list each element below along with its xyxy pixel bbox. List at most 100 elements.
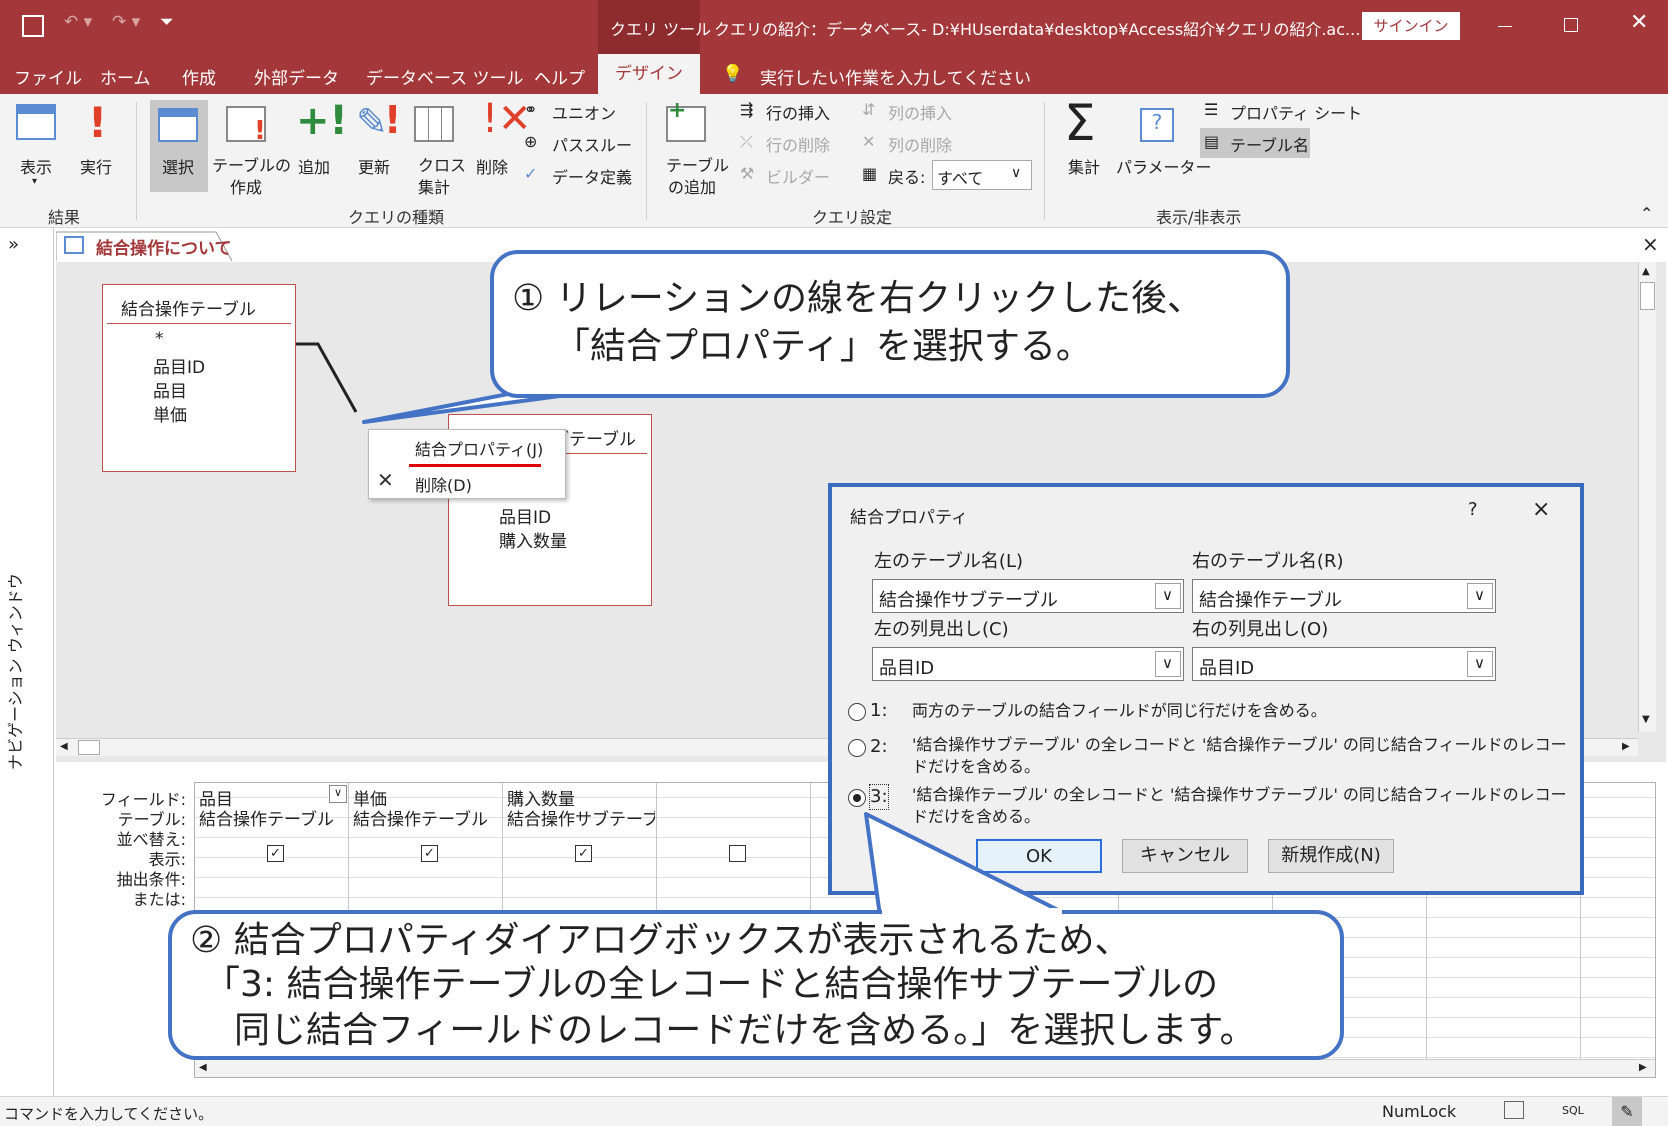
insert-rows-button[interactable]: 行の挿入 bbox=[766, 100, 830, 124]
select-button[interactable]: 選択 bbox=[162, 154, 194, 178]
qbe-table-cell[interactable]: 結合操作サブテーブル bbox=[507, 805, 655, 830]
make-table-button[interactable]: テーブルの bbox=[212, 152, 291, 176]
cancel-button[interactable]: キャンセル bbox=[1122, 839, 1248, 873]
left-column-select[interactable]: 品目ID ∨ bbox=[872, 647, 1184, 681]
scroll-thumb[interactable] bbox=[78, 740, 100, 755]
option-1-number: 1: bbox=[870, 700, 888, 721]
union-icon: ⚭ bbox=[524, 100, 538, 119]
passthrough-button[interactable]: パススルー bbox=[552, 132, 632, 156]
scroll-right-icon[interactable]: ▶ bbox=[1639, 1062, 1647, 1073]
group-query-type-label: クエリの種類 bbox=[348, 208, 445, 227]
group-show-hide-label: 表示/非表示 bbox=[1156, 208, 1242, 227]
signin-button[interactable]: サインイン bbox=[1362, 12, 1460, 40]
show-checkbox[interactable]: ✓ bbox=[267, 845, 284, 862]
sql-view-button[interactable]: SQL bbox=[1562, 1104, 1584, 1117]
menu-item-delete[interactable]: 削除(D) bbox=[415, 472, 472, 496]
chevron-down-icon: ∨ bbox=[1011, 165, 1022, 181]
new-button[interactable]: 新規作成(N) bbox=[1268, 839, 1394, 873]
right-table-select[interactable]: 結合操作テーブル ∨ bbox=[1192, 579, 1496, 613]
chevron-down-icon[interactable]: ∨ bbox=[1155, 651, 1181, 677]
redo-icon[interactable]: ↷ ▾ bbox=[112, 12, 140, 32]
nav-expand-button[interactable]: » bbox=[8, 234, 19, 255]
chevron-down-icon[interactable]: ∨ bbox=[1467, 583, 1493, 609]
tab-database-tools[interactable]: データベース ツール bbox=[366, 64, 524, 89]
tell-me-input[interactable]: 実行したい作業を入力してください bbox=[760, 64, 1031, 89]
right-column-select[interactable]: 品目ID ∨ bbox=[1192, 647, 1496, 681]
document-tab[interactable]: 結合操作について bbox=[56, 230, 236, 262]
ribbon-separator bbox=[646, 102, 647, 220]
save-icon[interactable] bbox=[22, 15, 44, 37]
tab-design[interactable]: デザイン bbox=[598, 54, 700, 94]
insert-columns-button[interactable]: 列の挿入 bbox=[888, 100, 952, 124]
append-button[interactable]: 追加 bbox=[298, 154, 330, 178]
table-names-button[interactable]: テーブル名 bbox=[1230, 132, 1309, 156]
datasheet-view-icon[interactable] bbox=[1504, 1101, 1524, 1119]
tab-external-data[interactable]: 外部データ bbox=[254, 64, 339, 89]
update-button[interactable]: 更新 bbox=[358, 154, 390, 178]
delete-x-icon: ✕ bbox=[377, 468, 394, 492]
close-document-icon[interactable]: × bbox=[1642, 232, 1659, 256]
view-dropdown-icon[interactable]: ▾ bbox=[32, 176, 37, 187]
nav-pane-label: ナビゲーション ウィンドウ bbox=[6, 573, 25, 770]
data-definition-button[interactable]: データ定義 bbox=[552, 164, 632, 188]
insert-rows-icon: ⇶ bbox=[740, 100, 754, 119]
option-3-number: 3: bbox=[869, 784, 889, 810]
builder-button[interactable]: ビルダー bbox=[766, 164, 830, 188]
tab-help[interactable]: ヘルプ bbox=[534, 64, 585, 89]
insert-columns-icon: ⇵ bbox=[862, 100, 876, 119]
customize-qat-icon[interactable]: ⏷ bbox=[160, 12, 174, 32]
callout-2-line2: 「3: 結合操作テーブルの全レコードと結合操作サブテーブルの bbox=[204, 964, 1219, 1005]
totals-button[interactable]: 集計 bbox=[1068, 154, 1100, 178]
tab-home[interactable]: ホーム bbox=[100, 64, 151, 89]
qbe-table-cell[interactable]: 結合操作テーブル bbox=[199, 805, 334, 830]
chevron-down-icon[interactable]: ∨ bbox=[329, 785, 347, 803]
option-3-radio[interactable] bbox=[848, 789, 866, 807]
chevron-down-icon[interactable]: ∨ bbox=[1155, 583, 1181, 609]
show-checkbox[interactable]: ✓ bbox=[421, 845, 438, 862]
option-2-text: '結合操作サブテーブル' の全レコードと '結合操作テーブル' の同じ結合フィー… bbox=[912, 735, 1567, 754]
close-window-icon[interactable]: ✕ bbox=[1630, 10, 1648, 35]
menu-item-join-properties[interactable]: 結合プロパティ(J) bbox=[415, 436, 543, 460]
delete-rows-button[interactable]: 行の削除 bbox=[766, 132, 830, 156]
delete-columns-button[interactable]: 列の削除 bbox=[888, 132, 952, 156]
minimize-icon[interactable] bbox=[1498, 26, 1512, 27]
show-checkbox[interactable] bbox=[729, 845, 746, 862]
design-view-icon[interactable]: ✎ bbox=[1612, 1097, 1642, 1126]
parameters-button[interactable]: パラメーター bbox=[1116, 154, 1212, 178]
left-table-label: 左のテーブル名(L) bbox=[874, 551, 1023, 572]
qbe-table-cell[interactable]: 結合操作テーブル bbox=[353, 805, 488, 830]
scroll-thumb[interactable] bbox=[1640, 282, 1655, 310]
chevron-down-icon[interactable]: ∨ bbox=[1467, 651, 1493, 677]
run-button[interactable]: 実行 bbox=[80, 154, 112, 178]
right-column-value: 品目ID bbox=[1199, 658, 1255, 679]
qbe-horizontal-scrollbar[interactable]: ◀ ▶ bbox=[195, 1059, 1655, 1077]
help-button[interactable]: ? bbox=[1468, 499, 1478, 520]
scroll-right-icon[interactable]: ▶ bbox=[1622, 741, 1630, 752]
right-column-label: 右の列見出し(O) bbox=[1192, 619, 1329, 640]
option-1-radio[interactable] bbox=[848, 703, 866, 721]
builder-icon: ⚒ bbox=[740, 164, 755, 183]
scroll-left-icon[interactable]: ◀ bbox=[199, 1062, 207, 1073]
vertical-scrollbar[interactable]: ▲ ▼ bbox=[1638, 262, 1656, 732]
view-button[interactable]: 表示 bbox=[20, 154, 52, 178]
scroll-up-icon[interactable]: ▲ bbox=[1642, 266, 1650, 277]
scroll-left-icon[interactable]: ◀ bbox=[60, 741, 68, 752]
dialog-close-button[interactable]: × bbox=[1532, 497, 1550, 522]
row-label-or: または: bbox=[132, 890, 186, 909]
tab-file[interactable]: ファイル bbox=[14, 64, 82, 89]
left-table-select[interactable]: 結合操作サブテーブル ∨ bbox=[872, 579, 1184, 613]
crosstab-button[interactable]: クロス bbox=[418, 152, 466, 176]
collapse-ribbon-icon[interactable]: ⌃ bbox=[1640, 204, 1653, 223]
scroll-down-icon[interactable]: ▼ bbox=[1642, 714, 1650, 725]
data-definition-icon: ✓ bbox=[524, 164, 538, 183]
return-select[interactable]: すべて ∨ bbox=[932, 160, 1032, 190]
option-2-radio[interactable] bbox=[848, 739, 866, 757]
undo-icon[interactable]: ↶ ▾ bbox=[64, 12, 92, 32]
property-sheet-button[interactable]: プロパティ シート bbox=[1230, 100, 1362, 124]
delete-query-button[interactable]: 削除 bbox=[476, 154, 508, 178]
add-table-button[interactable]: テーブル bbox=[666, 152, 729, 176]
maximize-icon[interactable] bbox=[1564, 18, 1578, 32]
tab-create[interactable]: 作成 bbox=[182, 64, 216, 89]
show-checkbox[interactable]: ✓ bbox=[575, 845, 592, 862]
union-button[interactable]: ユニオン bbox=[552, 100, 616, 124]
